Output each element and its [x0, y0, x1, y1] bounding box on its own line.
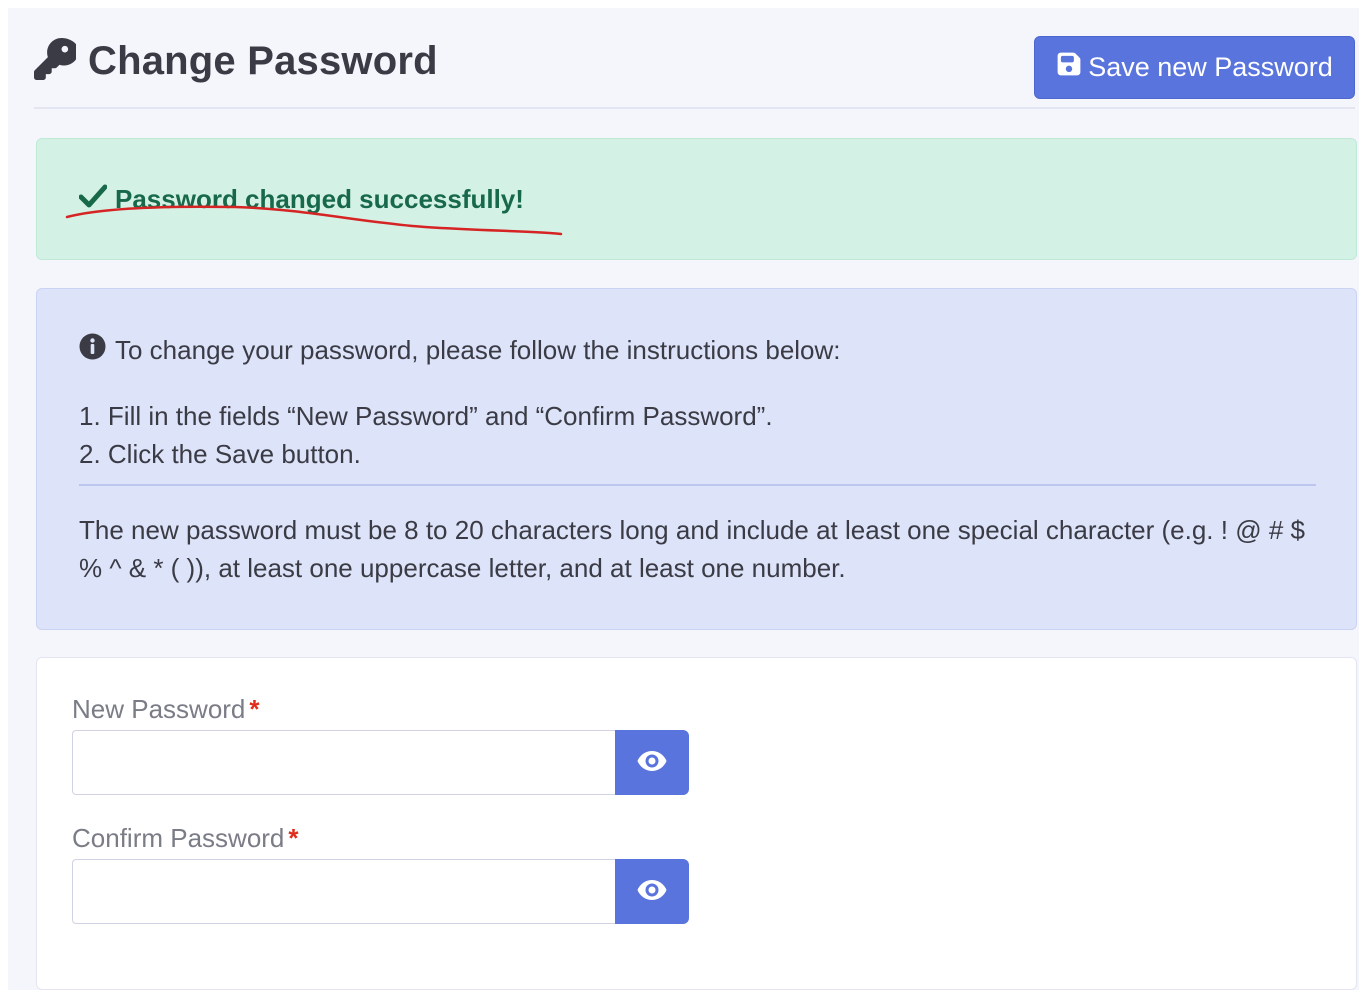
instruction-step: 1. Fill in the fields “New Password” and…: [79, 401, 773, 431]
page-title: Change Password: [88, 39, 438, 83]
new-password-label: New Password *: [72, 694, 260, 725]
red-underline-annotation: [65, 205, 563, 236]
new-password-group: [72, 730, 689, 795]
divider: [79, 484, 1316, 486]
new-password-label-text: New Password: [72, 694, 246, 724]
confirm-password-toggle-button[interactable]: [615, 859, 689, 924]
password-rules: The new password must be 8 to 20 charact…: [79, 515, 1305, 583]
new-password-toggle-button[interactable]: [615, 730, 689, 795]
key-icon: [34, 38, 88, 85]
confirm-password-label: Confirm Password *: [72, 823, 299, 854]
page-header: Change Password Save new Password: [34, 8, 1355, 109]
info-heading: To change your password, please follow t…: [115, 334, 841, 365]
instruction-step: 2. Click the Save button.: [79, 439, 361, 469]
success-alert: Password changed successfully!: [36, 138, 1357, 260]
eye-icon: [636, 748, 668, 777]
info-alert: To change your password, please follow t…: [36, 288, 1357, 630]
password-form-card: New Password * Confirm Password *: [36, 657, 1357, 990]
info-circle-icon: [79, 333, 115, 367]
instruction-steps: 1. Fill in the fields “New Password” and…: [79, 397, 773, 473]
new-password-input[interactable]: [72, 730, 615, 795]
required-mark: *: [249, 694, 260, 724]
info-heading-row: To change your password, please follow t…: [79, 333, 841, 367]
save-new-password-button[interactable]: Save new Password: [1034, 36, 1355, 99]
confirm-password-group: [72, 859, 689, 924]
required-mark: *: [288, 823, 299, 853]
eye-icon: [636, 877, 668, 906]
floppy-disk-icon: [1056, 51, 1088, 84]
title-wrap: Change Password: [34, 38, 438, 85]
save-button-label: Save new Password: [1088, 52, 1333, 82]
confirm-password-label-text: Confirm Password: [72, 823, 285, 853]
confirm-password-input[interactable]: [72, 859, 615, 924]
